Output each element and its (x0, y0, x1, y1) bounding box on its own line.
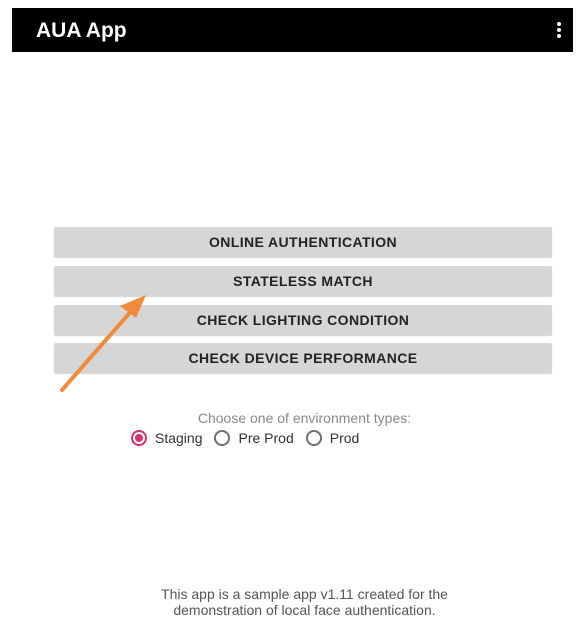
footer-text: This app is a sample app v1.11 created f… (0, 586, 579, 618)
footer-line-1: This app is a sample app v1.11 created f… (161, 586, 448, 602)
radio-label-staging: Staging (155, 430, 203, 446)
radio-label-pre-prod: Pre Prod (238, 430, 294, 446)
radio-staging[interactable]: Staging (131, 429, 202, 447)
radio-button-unchecked-icon[interactable] (305, 430, 322, 446)
online-authentication-button[interactable]: ONLINE AUTHENTICATION (54, 227, 552, 257)
app-bar: AUA App (12, 8, 573, 52)
footer-line-2: demonstration of local face authenticati… (173, 602, 436, 618)
radio-button-unchecked-icon[interactable] (214, 430, 231, 446)
radio-pre-prod[interactable]: Pre Prod (214, 429, 294, 447)
arrow-icon (60, 295, 146, 392)
environment-radio-group: Staging Pre Prod Prod (131, 428, 371, 448)
environment-prompt: Choose one of environment types: (197, 410, 412, 426)
radio-button-checked-icon[interactable] (131, 430, 147, 446)
radio-prod[interactable]: Prod (305, 429, 360, 447)
more-vert-icon[interactable] (554, 20, 564, 40)
radio-label-prod: Prod (329, 430, 360, 446)
app-title: AUA App (36, 19, 127, 42)
